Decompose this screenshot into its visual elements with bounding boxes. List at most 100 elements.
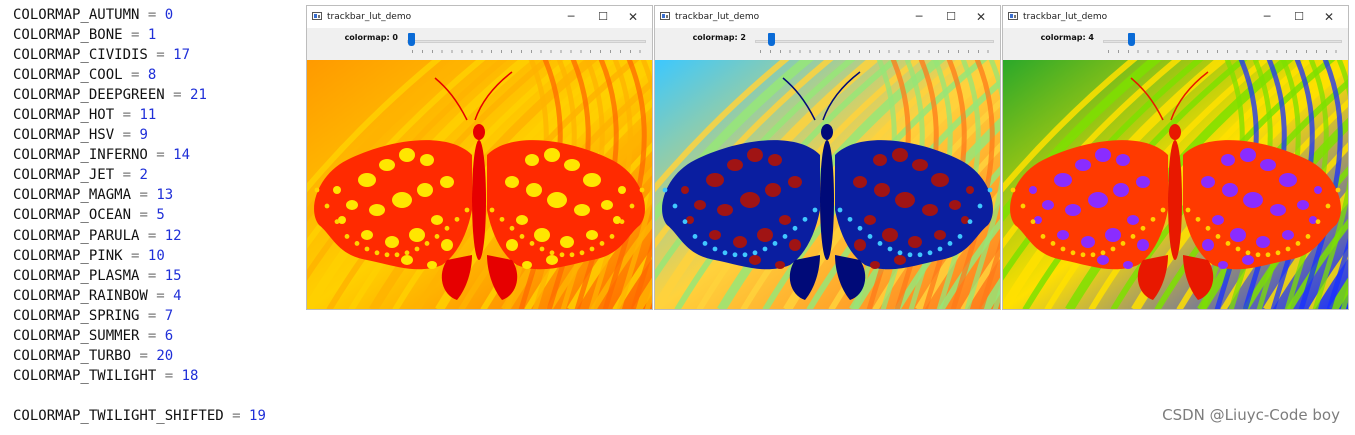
- trackbar-thumb[interactable]: [408, 33, 415, 46]
- constant-value: 15: [164, 267, 182, 284]
- trackbar-label: colormap: 0: [344, 33, 398, 42]
- equals-sign: =: [147, 267, 157, 284]
- equals-sign: =: [173, 87, 182, 104]
- butterfly-image: [307, 60, 652, 309]
- constant-name: COLORMAP_PARULA: [13, 227, 140, 244]
- constant-value: 14: [173, 147, 191, 164]
- constant-name: COLORMAP_RAINBOW: [13, 287, 148, 304]
- equals-sign: =: [147, 7, 157, 23]
- code-line: COLORMAP_PLASMA = 15: [13, 266, 207, 286]
- butterfly-image: [1003, 60, 1348, 309]
- trackbar-label: colormap: 4: [1040, 33, 1094, 42]
- title-bar[interactable]: trackbar_lut_demo ─ ☐ ✕: [1003, 6, 1348, 28]
- trackbar-thumb[interactable]: [767, 33, 775, 46]
- equals-sign: =: [232, 408, 241, 424]
- constant-value: 8: [147, 67, 157, 84]
- constant-name: COLORMAP_DEEPGREEN: [13, 87, 165, 104]
- constant-name: COLORMAP_TWILIGHT: [13, 367, 157, 384]
- close-icon[interactable]: ✕: [624, 9, 642, 25]
- colormap-trackbar[interactable]: colormap: 0: [307, 28, 652, 60]
- trackbar-track[interactable]: [1103, 40, 1342, 43]
- constant-name: COLORMAP_AUTUMN: [13, 7, 140, 23]
- constant-value: 6: [164, 327, 174, 344]
- trackbar-window-2[interactable]: trackbar_lut_demo ─ ☐ ✕ colormap: 2: [654, 5, 1001, 310]
- constant-name: COLORMAP_SPRING: [13, 307, 140, 324]
- minimize-icon[interactable]: ─: [562, 9, 580, 25]
- constant-name: COLORMAP_OCEAN: [13, 207, 132, 224]
- constant-value: 11: [139, 107, 157, 124]
- equals-sign: =: [156, 287, 165, 304]
- constant-value: 17: [173, 47, 191, 64]
- equals-sign: =: [147, 327, 157, 344]
- code-line: COLORMAP_BONE = 1: [13, 25, 207, 45]
- constant-value: 10: [147, 247, 165, 264]
- equals-sign: =: [156, 147, 165, 164]
- constant-name: COLORMAP_COOL: [13, 67, 123, 84]
- equals-sign: =: [147, 307, 157, 324]
- code-line: COLORMAP_AUTUMN = 0: [13, 5, 207, 25]
- window-title: trackbar_lut_demo: [1023, 12, 1108, 22]
- colormapped-image: [655, 60, 1000, 309]
- constant-name: COLORMAP_CIVIDIS: [13, 47, 148, 64]
- code-line: COLORMAP_HOT = 11: [13, 105, 207, 125]
- title-bar[interactable]: trackbar_lut_demo ─ ☐ ✕: [655, 6, 1000, 28]
- code-line: COLORMAP_SUMMER = 6: [13, 326, 207, 346]
- code-line: COLORMAP_HSV = 9: [13, 125, 207, 145]
- trackbar-track[interactable]: [407, 40, 646, 43]
- trackbar-ticks: [412, 50, 644, 53]
- code-line: COLORMAP_CIVIDIS = 17: [13, 45, 207, 65]
- constant-value: 0: [164, 7, 174, 23]
- constant-name: COLORMAP_PINK: [13, 247, 123, 264]
- maximize-icon[interactable]: ☐: [1290, 9, 1308, 25]
- minimize-icon[interactable]: ─: [1258, 9, 1276, 25]
- constant-name: COLORMAP_MAGMA: [13, 187, 132, 204]
- code-line: COLORMAP_PINK = 10: [13, 246, 207, 266]
- trackbar-track[interactable]: [755, 40, 994, 43]
- equals-sign: =: [131, 27, 140, 44]
- window-title: trackbar_lut_demo: [675, 12, 760, 22]
- constant-value: 20: [156, 347, 174, 364]
- close-icon[interactable]: ✕: [1320, 9, 1338, 25]
- title-bar[interactable]: trackbar_lut_demo ─ ☐ ✕: [307, 6, 652, 28]
- constant-name: COLORMAP_BONE: [13, 27, 123, 44]
- constant-value: 13: [156, 187, 174, 204]
- colormap-trackbar[interactable]: colormap: 2: [655, 28, 1000, 60]
- minimize-icon[interactable]: ─: [910, 9, 928, 25]
- equals-sign: =: [139, 347, 148, 364]
- colormapped-image: [307, 60, 652, 309]
- trackbar-window-3[interactable]: trackbar_lut_demo ─ ☐ ✕ colormap: 4: [1002, 5, 1349, 310]
- constant-value: 2: [139, 167, 148, 184]
- equals-sign: =: [122, 167, 132, 184]
- maximize-icon[interactable]: ☐: [594, 9, 612, 25]
- equals-sign: =: [139, 187, 148, 204]
- constant-value: 1: [147, 27, 157, 44]
- colormap-trackbar[interactable]: colormap: 4: [1003, 28, 1348, 60]
- code-line: COLORMAP_RAINBOW = 4: [13, 286, 207, 306]
- code-line: COLORMAP_TWILIGHT = 18: [13, 366, 207, 386]
- constant-value: 12: [164, 227, 182, 244]
- equals-sign: =: [147, 227, 157, 244]
- trackbar-thumb[interactable]: [1127, 33, 1135, 46]
- constant-name: COLORMAP_HSV: [13, 127, 115, 144]
- code-line: COLORMAP_OCEAN = 5: [13, 205, 207, 225]
- constant-name: COLORMAP_HOT: [13, 107, 115, 124]
- equals-sign: =: [156, 47, 165, 64]
- close-icon[interactable]: ✕: [972, 9, 990, 25]
- code-line: COLORMAP_JET = 2: [13, 165, 207, 185]
- trackbar-ticks: [1108, 50, 1340, 53]
- maximize-icon[interactable]: ☐: [942, 9, 960, 25]
- equals-sign: =: [164, 367, 174, 384]
- code-line: COLORMAP_SPRING = 7: [13, 306, 207, 326]
- constant-value: 7: [164, 307, 174, 324]
- constant-value: 19: [249, 408, 266, 424]
- code-line: COLORMAP_PARULA = 12: [13, 226, 207, 246]
- trackbar-window-1[interactable]: trackbar_lut_demo ─ ☐ ✕ colormap: 0: [306, 5, 653, 310]
- constant-name: COLORMAP_JET: [13, 167, 115, 184]
- code-line: COLORMAP_DEEPGREEN = 21: [13, 85, 207, 105]
- equals-sign: =: [131, 247, 140, 264]
- constant-value: 5: [156, 207, 165, 224]
- constant-name: COLORMAP_SUMMER: [13, 327, 140, 344]
- constant-value: 18: [181, 367, 199, 384]
- equals-sign: =: [122, 127, 132, 144]
- butterfly-image: [655, 60, 1000, 309]
